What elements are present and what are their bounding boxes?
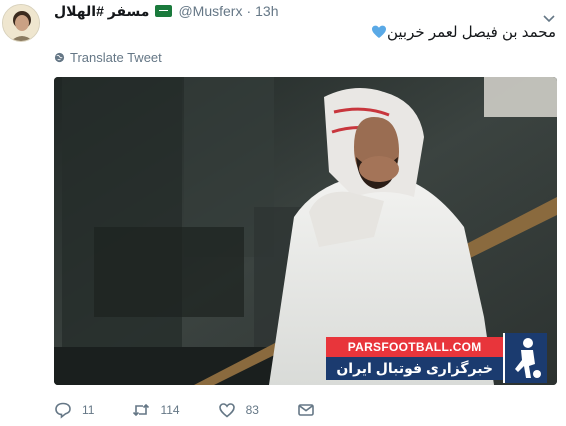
like-icon — [218, 403, 235, 418]
user-handle[interactable]: @Musferx — [178, 3, 242, 19]
globe-icon — [54, 52, 65, 62]
display-name[interactable]: مسفر #الهلال — [54, 3, 149, 20]
tweet-text: محمد بن فيصل لعمر خربين — [365, 20, 556, 44]
football-player-logo-icon — [503, 333, 547, 383]
retweet-button[interactable]: 114 — [132, 401, 180, 419]
blue-heart-icon — [371, 25, 386, 38]
reply-button[interactable]: 11 — [54, 401, 94, 419]
avatar-portrait — [3, 5, 39, 41]
tweet-header: مسفر #الهلال @Musferx · 13h — [54, 2, 278, 20]
retweet-count: 114 — [160, 403, 180, 417]
translate-tweet-link[interactable]: Translate Tweet — [54, 49, 162, 65]
reply-icon — [55, 402, 71, 419]
tweet-text-content: محمد بن فيصل لعمر خربين — [386, 24, 556, 41]
watermark: PARSFOOTBALL.COM خبرگزاری فوتبال ایران — [326, 333, 547, 383]
avatar[interactable] — [2, 4, 40, 42]
like-count: 83 — [245, 403, 259, 417]
saudi-flag-icon — [155, 5, 173, 17]
watermark-text: PARSFOOTBALL.COM خبرگزاری فوتبال ایران — [326, 333, 503, 383]
tweet-card[interactable]: مسفر #الهلال @Musferx · 13h محمد بن فيصل… — [0, 0, 566, 426]
like-button[interactable]: 83 — [218, 401, 259, 419]
watermark-site: PARSFOOTBALL.COM — [326, 336, 503, 357]
translate-label[interactable]: Translate Tweet — [70, 50, 162, 65]
separator-dot: · — [246, 3, 252, 19]
timestamp[interactable]: 13h — [255, 3, 278, 19]
retweet-icon — [133, 403, 150, 417]
direct-message-button[interactable] — [297, 401, 325, 419]
reply-count: 11 — [82, 403, 95, 417]
watermark-tagline: خبرگزاری فوتبال ایران — [326, 356, 503, 380]
direct-message-icon — [298, 404, 314, 416]
tweet-media[interactable]: PARSFOOTBALL.COM خبرگزاری فوتبال ایران — [54, 77, 557, 385]
tweet-actions: 11 114 83 — [54, 400, 325, 420]
